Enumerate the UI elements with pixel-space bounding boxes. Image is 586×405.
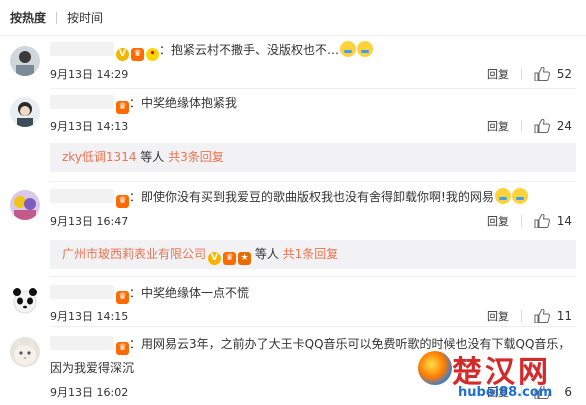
thumbs-up-icon[interactable]	[534, 67, 550, 81]
avatar[interactable]	[10, 97, 40, 127]
comment-actions: 回复 11	[487, 308, 572, 324]
vip-icon: ♛	[116, 291, 129, 304]
vip-icon: ♛	[116, 342, 129, 355]
username-redacted[interactable]	[50, 285, 114, 299]
like-count: 52	[556, 67, 572, 81]
replies-summary[interactable]: zky低调1314 等人 共3条回复	[50, 143, 576, 172]
username-redacted[interactable]	[50, 336, 114, 350]
v-icon: V	[208, 252, 222, 265]
like-count: 14	[556, 214, 572, 228]
action-separator	[521, 120, 522, 132]
comment-line: ♛ ：即使你没有买到我爱豆的歌曲版权我也没有舍得卸载你啊!我的网易	[50, 188, 576, 208]
action-separator	[521, 68, 522, 80]
avatar[interactable]	[10, 337, 40, 367]
vip-icon: ♛	[116, 101, 129, 114]
comment-line: ♛ ：中奖绝缘体抱紧我	[50, 94, 576, 114]
reply-button[interactable]: 回复	[487, 213, 509, 229]
username-redacted[interactable]	[50, 95, 114, 109]
action-separator	[521, 310, 522, 322]
avatar[interactable]	[10, 190, 40, 220]
avatar[interactable]	[10, 46, 40, 76]
crying-emoji-icon	[357, 41, 374, 57]
sort-separator	[56, 11, 58, 24]
reply-button[interactable]: 回复	[487, 308, 509, 324]
comment-date: 9月13日 16:02	[50, 386, 129, 399]
replies-count-link[interactable]: 共3条回复	[168, 150, 224, 164]
reply-button[interactable]: 回复	[487, 66, 509, 82]
comment-actions: 回复 52	[487, 66, 572, 82]
thumbs-up-icon[interactable]	[534, 214, 550, 228]
comment-text: ：即使你没有买到我爱豆的歌曲版权我也没有舍得卸载你啊!我的网易	[129, 190, 494, 204]
username-redacted[interactable]	[50, 42, 114, 56]
comment-divider	[50, 181, 576, 182]
replies-others-label: 等人	[136, 150, 169, 164]
v-icon: V	[116, 48, 129, 61]
action-separator	[521, 215, 522, 227]
comment-date: 9月13日 16:47	[50, 215, 129, 228]
crying-emoji-icon	[340, 41, 357, 57]
comment-text: ：中奖绝缘体抱紧我	[129, 96, 238, 110]
replies-count-link[interactable]: 共1条回复	[283, 247, 339, 261]
comment-text: ：中奖绝缘体一点不慌	[129, 286, 250, 300]
bulb-icon: •	[146, 48, 159, 61]
comment-text-continued: 因为我爱得深沉	[50, 361, 135, 375]
like-count: 24	[556, 119, 572, 133]
thumbs-up-icon[interactable]	[534, 309, 550, 323]
sort-by-hot-tab[interactable]: 按热度	[10, 9, 46, 26]
reply-user-link[interactable]: 广州市玻西莉表业有限公司	[62, 247, 206, 261]
comment-date: 9月13日 14:29	[50, 68, 129, 81]
vip-icon: ♛	[116, 195, 129, 208]
site-watermark: 楚汉网 hubei88.com	[416, 345, 576, 403]
crying-emoji-icon	[494, 188, 511, 204]
avatar[interactable]	[10, 285, 40, 315]
reply-button[interactable]: 回复	[487, 118, 509, 134]
comment-text: ：抱紧云村不撒手、没版权也不…	[159, 43, 340, 57]
sort-bar: 按热度 按时间	[0, 0, 586, 36]
watermark-logo-icon	[418, 351, 452, 385]
comment-date: 9月13日 14:15	[50, 310, 129, 323]
username-redacted[interactable]	[50, 189, 114, 203]
comment-divider	[50, 276, 576, 277]
vip-icon: ♛	[131, 48, 144, 61]
thumbs-up-icon[interactable]	[534, 119, 550, 133]
sort-by-time-tab[interactable]: 按时间	[67, 9, 103, 26]
comment-actions: 回复 24	[487, 118, 572, 134]
watermark-url: hubei88.com	[458, 385, 553, 400]
comment-line: V ♛ • ：抱紧云村不撒手、没版权也不…	[50, 41, 576, 61]
vip-icon: ♛	[223, 252, 237, 265]
comment-actions: 回复 14	[487, 213, 572, 229]
like-count: 11	[556, 309, 572, 323]
comment-divider	[50, 88, 576, 89]
comment-line: ♛ ：中奖绝缘体一点不慌	[50, 284, 576, 304]
reply-user-link[interactable]: zky低调1314	[62, 150, 136, 164]
replies-others-label: 等人	[251, 247, 283, 261]
comment-date: 9月13日 14:13	[50, 120, 129, 133]
comment-divider	[50, 326, 576, 327]
replies-summary[interactable]: 广州市玻西莉表业有限公司 V ♛ ★ 等人 共1条回复	[50, 240, 576, 269]
medal-icon: ★	[238, 252, 252, 265]
crying-emoji-icon	[511, 188, 528, 204]
